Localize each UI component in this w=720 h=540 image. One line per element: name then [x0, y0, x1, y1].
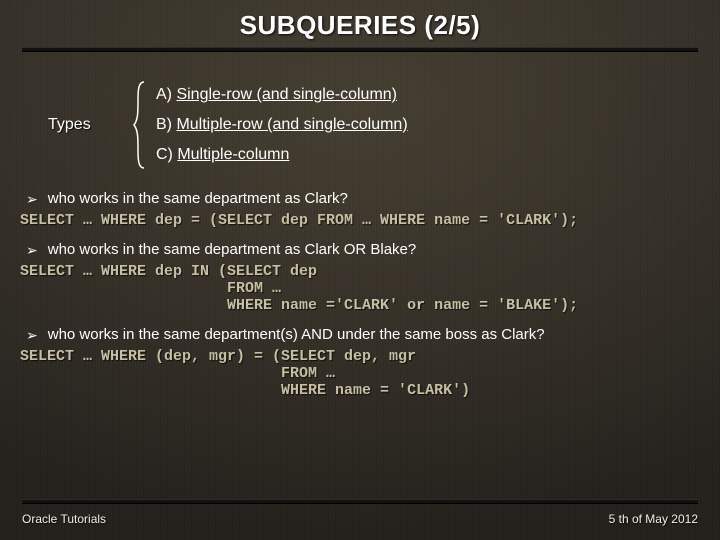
bullet-3-text: who works in the same department(s) AND … — [48, 326, 545, 344]
type-c: C) Multiple-column — [156, 146, 408, 164]
types-list: A) Single-row (and single-column) B) Mul… — [156, 86, 408, 164]
types-label: Types — [48, 116, 124, 134]
type-c-text: Multiple-column — [177, 146, 289, 163]
footer-divider — [22, 499, 698, 504]
type-b-prefix: B) — [156, 116, 176, 133]
bullet-2-text: who works in the same department as Clar… — [48, 241, 417, 259]
slide: SUBQUERIES (2/5) Types A) Single-row (an… — [0, 0, 720, 540]
code-1: SELECT … WHERE dep = (SELECT dep FROM … … — [20, 212, 700, 229]
type-c-prefix: C) — [156, 146, 177, 163]
type-a-text: Single-row (and single-column) — [176, 86, 397, 103]
arrow-icon: ➢ — [26, 241, 38, 259]
arrow-icon: ➢ — [26, 326, 38, 344]
curly-brace-icon — [132, 80, 148, 170]
slide-body: ➢ who works in the same department as Cl… — [20, 190, 700, 399]
type-a-prefix: A) — [156, 86, 176, 103]
title-divider — [22, 47, 698, 52]
type-a: A) Single-row (and single-column) — [156, 86, 408, 104]
arrow-icon: ➢ — [26, 190, 38, 208]
code-2: SELECT … WHERE dep IN (SELECT dep FROM …… — [20, 263, 700, 314]
types-block: Types A) Single-row (and single-column) … — [48, 80, 720, 170]
code-3: SELECT … WHERE (dep, mgr) = (SELECT dep,… — [20, 348, 700, 399]
type-b-text: Multiple-row (and single-column) — [176, 116, 407, 133]
slide-title: SUBQUERIES (2/5) — [0, 0, 720, 41]
bullet-3: ➢ who works in the same department(s) AN… — [26, 326, 700, 344]
bullet-1: ➢ who works in the same department as Cl… — [26, 190, 700, 208]
footer: Oracle Tutorials 5 th of May 2012 — [22, 512, 698, 526]
bullet-1-text: who works in the same department as Clar… — [48, 190, 348, 208]
footer-right: 5 th of May 2012 — [609, 512, 698, 526]
type-b: B) Multiple-row (and single-column) — [156, 116, 408, 134]
footer-left: Oracle Tutorials — [22, 512, 106, 526]
bullet-2: ➢ who works in the same department as Cl… — [26, 241, 700, 259]
